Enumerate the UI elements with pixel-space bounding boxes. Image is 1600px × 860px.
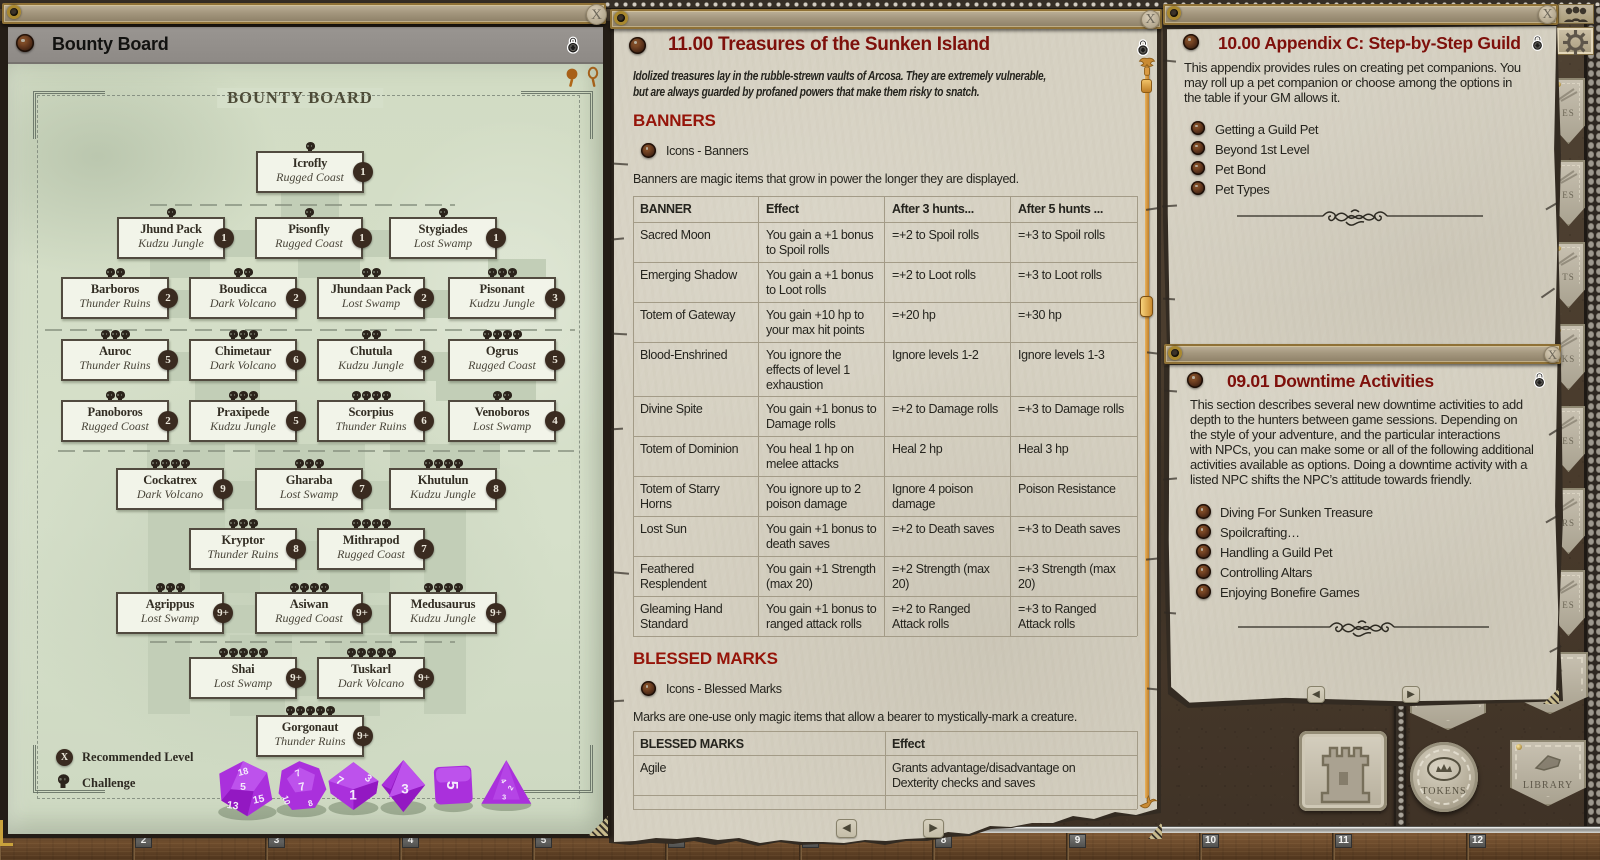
svg-text:13: 13	[226, 800, 239, 813]
svg-text:3: 3	[401, 781, 409, 796]
svg-text:5: 5	[240, 782, 246, 793]
svg-text:5: 5	[443, 781, 460, 790]
svg-text:1: 1	[349, 788, 357, 803]
svg-text:3: 3	[502, 793, 506, 802]
